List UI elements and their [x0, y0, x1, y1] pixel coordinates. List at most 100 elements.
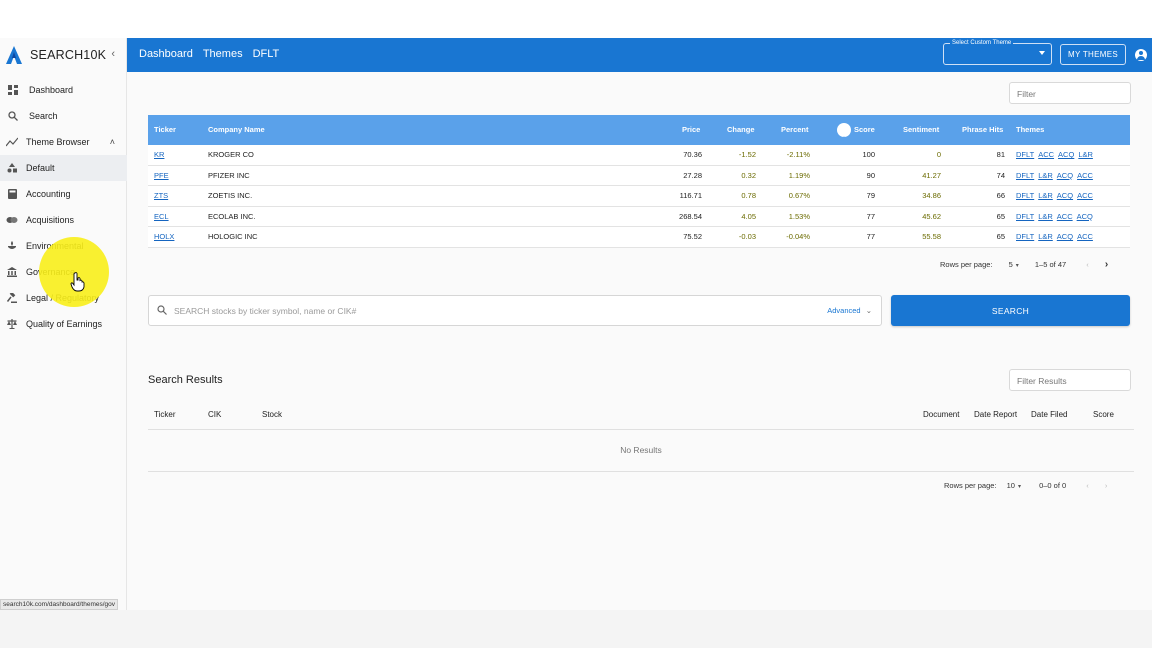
breadcrumb-dflt[interactable]: DFLT — [253, 48, 280, 60]
change-value: -0.03 — [738, 232, 756, 241]
breadcrumb-dashboard[interactable]: Dashboard — [139, 48, 193, 60]
ticker-link[interactable]: HOLX — [154, 227, 174, 248]
price-value: 70.36 — [683, 150, 702, 159]
sidebar-item-accounting[interactable]: Accounting — [0, 181, 127, 207]
stock-search-input[interactable]: SEARCH stocks by ticker symbol, name or … — [148, 295, 882, 326]
logo-icon — [6, 46, 22, 64]
themes-links: DFLT L&R ACQ ACC — [1016, 186, 1097, 207]
table-row[interactable]: ZTS ZOETIS INC. 116.71 0.78 0.67% 79 34.86 66 DF… — [148, 186, 1130, 207]
chevron-up-icon[interactable]: ˄ — [110, 137, 115, 147]
theme-link[interactable]: L&R — [1038, 191, 1053, 200]
theme-link[interactable]: ACQ — [1057, 191, 1073, 200]
col-sentiment[interactable]: Sentiment — [903, 115, 939, 145]
col-themes[interactable]: Themes — [1016, 115, 1044, 145]
theme-link[interactable]: ACQ — [1077, 212, 1093, 221]
shapes-icon — [6, 162, 18, 174]
col-company[interactable]: Company Name — [208, 115, 265, 145]
theme-link[interactable]: L&R — [1038, 212, 1053, 221]
theme-link[interactable]: ACC — [1077, 191, 1093, 200]
sort-desc-icon[interactable]: ↓ — [837, 123, 851, 143]
theme-link[interactable]: ACC — [1038, 150, 1054, 159]
theme-link[interactable]: ACQ — [1057, 171, 1073, 180]
table-row[interactable]: HOLX HOLOGIC INC 75.52 -0.03 -0.04% 77 55.58 65… — [148, 227, 1130, 248]
next-page-icon[interactable]: › — [1105, 259, 1108, 270]
score-value: 100 — [862, 150, 875, 159]
col-score[interactable]: Score — [1093, 410, 1114, 419]
dashboard-icon — [7, 84, 19, 96]
ticker-link[interactable]: KR — [154, 145, 164, 166]
col-cik[interactable]: CIK — [208, 410, 221, 419]
table-row[interactable]: KR KROGER CO 70.36 -1.52 -2.11% 100 0 81 DFLT ACC… — [148, 145, 1130, 166]
theme-link[interactable]: ACQ — [1058, 150, 1074, 159]
prev-page-icon[interactable]: ‹ — [1086, 481, 1089, 490]
phrase-hits-value: 81 — [996, 150, 1005, 159]
account-icon[interactable] — [1135, 49, 1147, 61]
col-percent[interactable]: Percent — [781, 115, 809, 145]
col-ticker[interactable]: Ticker — [154, 410, 175, 419]
themes-filter-input[interactable]: Filter — [1009, 82, 1131, 104]
chevron-down-icon: ⌄ — [865, 306, 872, 315]
sidebar-item-default[interactable]: Default — [0, 155, 127, 181]
theme-link[interactable]: DFLT — [1016, 150, 1034, 159]
next-page-icon[interactable]: › — [1105, 481, 1108, 490]
hand-cursor-icon — [70, 272, 85, 292]
theme-link[interactable]: L&R — [1078, 150, 1093, 159]
sidebar-item-acquisitions[interactable]: Acquisitions — [0, 207, 127, 233]
col-date-report[interactable]: Date Report — [974, 410, 1017, 419]
rows-per-page-select[interactable]: 10 ▾ — [1007, 481, 1021, 490]
theme-link[interactable]: DFLT — [1016, 171, 1034, 180]
table-row[interactable]: ECL ECOLAB INC. 268.54 4.05 1.53% 77 45.62 65 DF… — [148, 206, 1130, 228]
bank-icon — [6, 266, 18, 278]
score-value: 90 — [866, 170, 875, 180]
theme-link[interactable]: DFLT — [1016, 212, 1034, 221]
company-name: HOLOGIC INC — [208, 232, 258, 241]
theme-link[interactable]: L&R — [1038, 232, 1053, 241]
theme-link[interactable]: ACC — [1077, 232, 1093, 241]
scale-icon — [6, 318, 18, 330]
theme-link[interactable]: ACQ — [1057, 232, 1073, 241]
col-score[interactable]: ↓Score — [837, 115, 875, 145]
breadcrumb-themes[interactable]: Themes — [203, 48, 243, 60]
price-value: 27.28 — [683, 170, 702, 180]
sidebar-item-quality-of-earnings[interactable]: Quality of Earnings — [0, 311, 127, 337]
chevron-left-icon[interactable]: ‹ — [111, 48, 115, 60]
col-document[interactable]: Document — [923, 410, 959, 419]
theme-link[interactable]: DFLT — [1016, 232, 1034, 241]
theme-link[interactable]: DFLT — [1016, 191, 1034, 200]
phrase-hits-value: 74 — [996, 170, 1005, 180]
col-ticker[interactable]: Ticker — [154, 115, 176, 145]
advanced-toggle[interactable]: Advanced ⌄ — [827, 306, 872, 315]
price-value: 75.52 — [683, 232, 702, 241]
ticker-link[interactable]: ZTS — [154, 186, 168, 207]
sidebar-item-theme-browser[interactable]: Theme Browser ˄ — [0, 129, 127, 155]
theme-link[interactable]: ACC — [1077, 171, 1093, 180]
page-range: 0–0 of 0 — [1039, 481, 1067, 490]
my-themes-button[interactable]: MY THEMES — [1060, 44, 1126, 65]
prev-page-icon[interactable]: ‹ — [1086, 260, 1089, 269]
calculator-icon — [6, 188, 18, 200]
sidebar-item-dashboard[interactable]: Dashboard — [0, 77, 127, 103]
custom-theme-select[interactable]: Select Custom Theme — [943, 40, 1052, 65]
company-name: ECOLAB INC. — [208, 211, 256, 221]
theme-link[interactable]: L&R — [1038, 171, 1053, 180]
search-button[interactable]: SEARCH — [891, 295, 1130, 326]
search-icon — [7, 110, 19, 122]
col-stock[interactable]: Stock — [262, 410, 282, 419]
ticker-link[interactable]: ECL — [154, 207, 169, 228]
col-price[interactable]: Price — [682, 115, 700, 145]
sidebar-item-label: Dashboard — [29, 85, 74, 95]
score-value: 77 — [866, 232, 875, 241]
table-row[interactable]: PFE PFIZER INC 27.28 0.32 1.19% 90 41.27 74 DFLT… — [148, 165, 1130, 187]
no-results-text: No Results — [148, 430, 1134, 472]
col-date-filed[interactable]: Date Filed — [1031, 410, 1067, 419]
col-phrase-hits[interactable]: Phrase Hits — [962, 115, 1003, 145]
rows-per-page-label: Rows per page: — [944, 481, 997, 490]
col-change[interactable]: Change — [727, 115, 755, 145]
results-filter-input[interactable]: Filter Results — [1009, 369, 1131, 391]
rows-per-page-select[interactable]: 5 ▾ — [1009, 260, 1019, 269]
theme-link[interactable]: ACC — [1057, 212, 1073, 221]
ticker-link[interactable]: PFE — [154, 166, 169, 187]
phrase-hits-value: 66 — [996, 191, 1005, 200]
sidebar-item-label: Acquisitions — [26, 215, 75, 225]
sidebar-item-search[interactable]: Search — [0, 103, 127, 129]
